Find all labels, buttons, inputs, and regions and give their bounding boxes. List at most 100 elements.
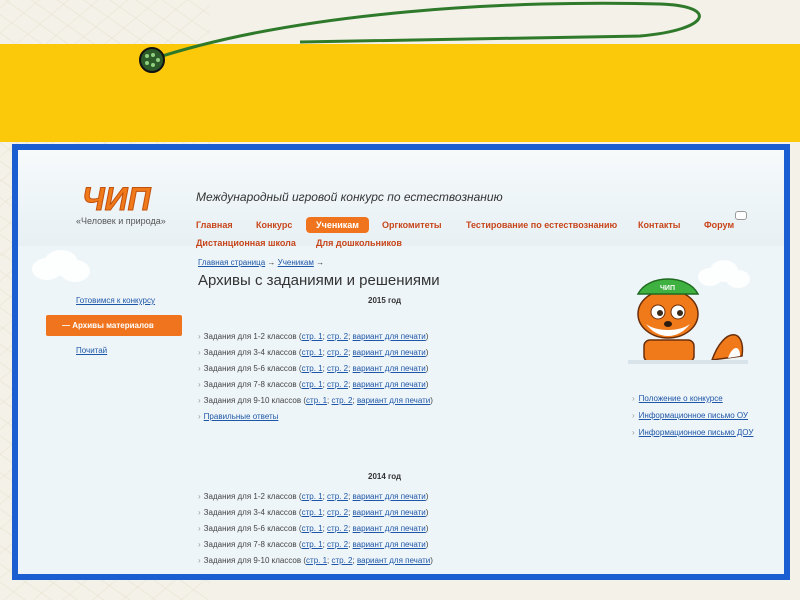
right-link-row: › Положение о конкурсе — [632, 394, 753, 403]
right-link-row: › Информационное письмо ДОУ — [632, 428, 753, 437]
page1-link[interactable]: стр. 1 — [302, 524, 323, 533]
task-label: Задания для 3-4 классов — [203, 348, 297, 357]
answers-link[interactable]: Правильные ответы — [204, 412, 279, 421]
task-row: › Задания для 5-6 классов (стр. 1; стр. 2… — [198, 524, 429, 533]
nav-contest[interactable]: Конкурс — [256, 220, 292, 230]
arrow-icon: › — [198, 364, 201, 373]
breadcrumb-home[interactable]: Главная страница — [198, 258, 265, 267]
page2-link[interactable]: стр. 2 — [332, 556, 353, 565]
print-link[interactable]: вариант для печати — [353, 364, 426, 373]
screenshot-frame: ЧИП «Человек и природа» Международный иг… — [12, 144, 790, 580]
arrow-icon: › — [632, 394, 635, 403]
page1-link[interactable]: стр. 1 — [302, 332, 323, 341]
page2-link[interactable]: стр. 2 — [327, 540, 348, 549]
task-label: Задания для 1-2 классов — [203, 332, 297, 341]
print-link[interactable]: вариант для печати — [353, 380, 426, 389]
site-title: Международный игровой конкурс по естеств… — [196, 190, 503, 204]
nav-committees[interactable]: Оргкомитеты — [382, 220, 442, 230]
task-label: Задания для 9-10 классов — [203, 556, 302, 565]
print-link[interactable]: вариант для печати — [353, 540, 426, 549]
sidebar-item-archives[interactable]: — Архивы материалов — [46, 315, 182, 336]
arrow-icon: › — [198, 332, 201, 341]
page1-link[interactable]: стр. 1 — [302, 540, 323, 549]
print-link[interactable]: вариант для печати — [353, 332, 426, 341]
right-link-row: › Информационное письмо ОУ — [632, 411, 753, 420]
page2-link[interactable]: стр. 2 — [327, 348, 348, 357]
year-heading-2014: 2014 год — [368, 472, 402, 481]
print-link[interactable]: вариант для печати — [357, 556, 430, 565]
task-row: › Задания для 1-2 классов (стр. 1; стр. 2… — [198, 492, 429, 501]
task-label: Задания для 7-8 классов — [203, 540, 297, 549]
bulb-icon — [139, 47, 165, 73]
arrow-icon: › — [198, 540, 201, 549]
page1-link[interactable]: стр. 1 — [302, 508, 323, 517]
task-label: Задания для 1-2 классов — [203, 492, 297, 501]
task-label: Задания для 3-4 классов — [203, 508, 297, 517]
link-info-letter-dou[interactable]: Информационное письмо ДОУ — [639, 428, 754, 437]
task-row: › Задания для 3-4 классов (стр. 1; стр. 2… — [198, 348, 429, 357]
page1-link[interactable]: стр. 1 — [302, 348, 323, 357]
sidebar-item-read[interactable]: Почитай — [46, 340, 182, 361]
cloud-decoration — [32, 258, 62, 280]
website-page: ЧИП «Человек и природа» Международный иг… — [18, 150, 784, 574]
page2-link[interactable]: стр. 2 — [327, 380, 348, 389]
page2-link[interactable]: стр. 2 — [327, 332, 348, 341]
page1-link[interactable]: стр. 1 — [302, 380, 323, 389]
sidebar-item-prepare[interactable]: Готовимся к конкурсу — [46, 290, 182, 311]
fox-mascot: ЧИП — [628, 278, 748, 364]
task-row: › Задания для 1-2 классов (стр. 1; стр. 2… — [198, 332, 429, 341]
link-info-letter-ou[interactable]: Информационное письмо ОУ — [639, 411, 748, 420]
page2-link[interactable]: стр. 2 — [332, 396, 353, 405]
slide-swoosh-decoration — [139, 1, 701, 73]
speech-bubble-icon — [735, 211, 747, 220]
cap-label: ЧИП — [660, 285, 675, 292]
arrow-icon: › — [198, 524, 201, 533]
task-row: › Правильные ответы — [198, 412, 278, 421]
arrow-icon: › — [198, 412, 201, 421]
nav-distance-school[interactable]: Дистанционная школа — [196, 238, 296, 248]
page1-link[interactable]: стр. 1 — [302, 364, 323, 373]
breadcrumb-students[interactable]: Ученикам — [278, 258, 314, 267]
page1-link[interactable]: стр. 1 — [306, 556, 327, 565]
page2-link[interactable]: стр. 2 — [327, 492, 348, 501]
task-label: Задания для 5-6 классов — [203, 524, 297, 533]
page1-link[interactable]: стр. 1 — [306, 396, 327, 405]
page2-link[interactable]: стр. 2 — [327, 364, 348, 373]
task-row: › Задания для 9-10 классов (стр. 1; стр. … — [198, 556, 433, 565]
sidebar: Готовимся к конкурсу — Архивы материалов… — [46, 290, 182, 361]
print-link[interactable]: вариант для печати — [353, 492, 426, 501]
task-label: Задания для 9-10 классов — [203, 396, 302, 405]
arrow-icon: › — [198, 396, 201, 405]
page-title: Архивы с заданиями и решениями — [198, 272, 440, 289]
arrow-icon: › — [632, 428, 635, 437]
nav-home[interactable]: Главная — [196, 220, 233, 230]
task-label: Задания для 5-6 классов — [203, 364, 297, 373]
task-row: › Задания для 9-10 классов (стр. 1; стр. … — [198, 396, 433, 405]
site-logo[interactable]: ЧИП — [80, 180, 162, 215]
nav-preschool[interactable]: Для дошкольников — [316, 238, 402, 248]
arrow-icon: › — [198, 556, 201, 565]
page2-link[interactable]: стр. 2 — [327, 524, 348, 533]
task-label: Задания для 7-8 классов — [203, 380, 297, 389]
task-row: › Задания для 7-8 классов (стр. 1; стр. 2… — [198, 380, 429, 389]
breadcrumb: Главная страница → Ученикам → — [198, 258, 324, 267]
breadcrumb-separator: → — [316, 258, 325, 267]
arrow-icon: › — [198, 508, 201, 517]
page1-link[interactable]: стр. 1 — [302, 492, 323, 501]
nav-students[interactable]: Ученикам — [306, 217, 369, 233]
arrow-icon: › — [632, 411, 635, 420]
nav-contacts[interactable]: Контакты — [638, 220, 680, 230]
right-links: › Положение о конкурсе › Информационное пи… — [632, 394, 753, 445]
year-heading-2015: 2015 год — [368, 296, 402, 305]
logo-text: ЧИП — [82, 181, 152, 214]
arrow-icon: › — [198, 380, 201, 389]
print-link[interactable]: вариант для печати — [353, 348, 426, 357]
print-link[interactable]: вариант для печати — [353, 524, 426, 533]
task-row: › Задания для 5-6 классов (стр. 1; стр. 2… — [198, 364, 429, 373]
link-contest-regulations[interactable]: Положение о конкурсе — [639, 394, 723, 403]
page2-link[interactable]: стр. 2 — [327, 508, 348, 517]
print-link[interactable]: вариант для печати — [357, 396, 430, 405]
nav-testing[interactable]: Тестирование по естествознанию — [466, 220, 617, 230]
nav-forum[interactable]: Форум — [704, 220, 734, 230]
print-link[interactable]: вариант для печати — [353, 508, 426, 517]
